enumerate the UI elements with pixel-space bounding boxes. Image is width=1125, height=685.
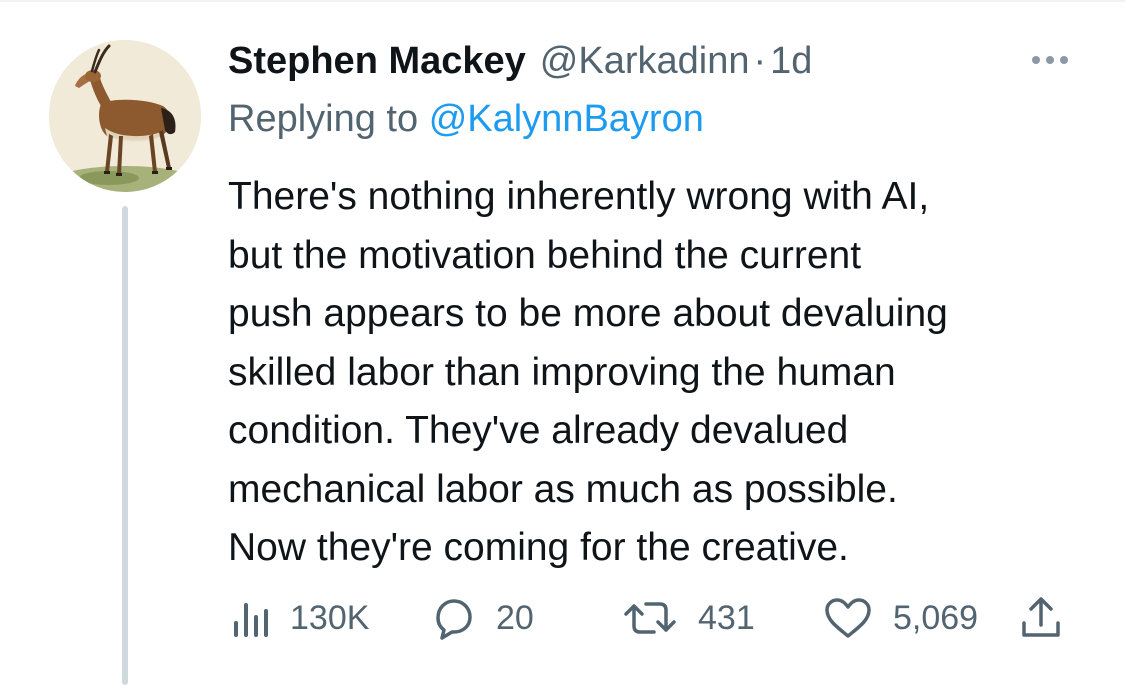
share-icon <box>1022 597 1060 637</box>
more-dots-icon-dot-2 <box>1046 56 1054 64</box>
tweet-text-line: There's nothing inherently wrong with AI… <box>228 175 930 218</box>
replying-to-mention[interactable]: @KalynnBayron <box>429 98 704 140</box>
tweet-timestamp[interactable]: 1d <box>770 36 812 86</box>
like-count: 5,069 <box>893 598 979 637</box>
replying-to-line: Replying to @KalynnBayron <box>228 94 704 144</box>
reply-icon <box>436 599 472 640</box>
reply-button[interactable]: 20 <box>428 590 534 646</box>
share-button[interactable] <box>1018 590 1064 646</box>
more-options-button[interactable] <box>1024 44 1076 76</box>
retweet-count: 431 <box>698 598 755 637</box>
more-dots-icon <box>1032 56 1040 64</box>
avatar-antelope-painting <box>49 40 201 192</box>
heart-icon <box>825 598 871 638</box>
tweet-action-bar: 130K 20 431 5,069 <box>0 590 1125 646</box>
like-button[interactable]: 5,069 <box>823 590 978 646</box>
tweet-text-line: condition. They've already devalued <box>228 409 849 452</box>
top-divider <box>0 0 1125 2</box>
views-button[interactable]: 130K <box>232 590 369 646</box>
reply-count: 20 <box>496 598 534 637</box>
tweet-text: There's nothing inherently wrong with AI… <box>228 168 1098 578</box>
tweet-text-line: push appears to be more about devaluing <box>228 292 948 335</box>
separator-dot: · <box>753 40 767 82</box>
retweet-icon <box>624 602 676 634</box>
tweet-header: Stephen Mackey @Karkadinn · 1d <box>228 36 812 86</box>
tweet-text-line: mechanical labor as much as possible. <box>228 467 898 511</box>
retweet-button[interactable]: 431 <box>622 590 755 646</box>
replying-to-prefix: Replying to <box>228 98 419 140</box>
views-icon <box>234 603 268 637</box>
tweet-text-line: but the motivation behind the current <box>228 233 862 277</box>
avatar[interactable] <box>49 40 201 192</box>
tweet-text-line: Now they're coming for the creative. <box>228 526 849 569</box>
views-count: 130K <box>290 598 370 637</box>
display-name[interactable]: Stephen Mackey <box>228 36 526 86</box>
more-dots-icon-dot-3 <box>1060 56 1068 64</box>
user-handle[interactable]: @Karkadinn <box>540 36 750 86</box>
tweet-text-line: skilled labor than improving the human <box>228 350 896 394</box>
